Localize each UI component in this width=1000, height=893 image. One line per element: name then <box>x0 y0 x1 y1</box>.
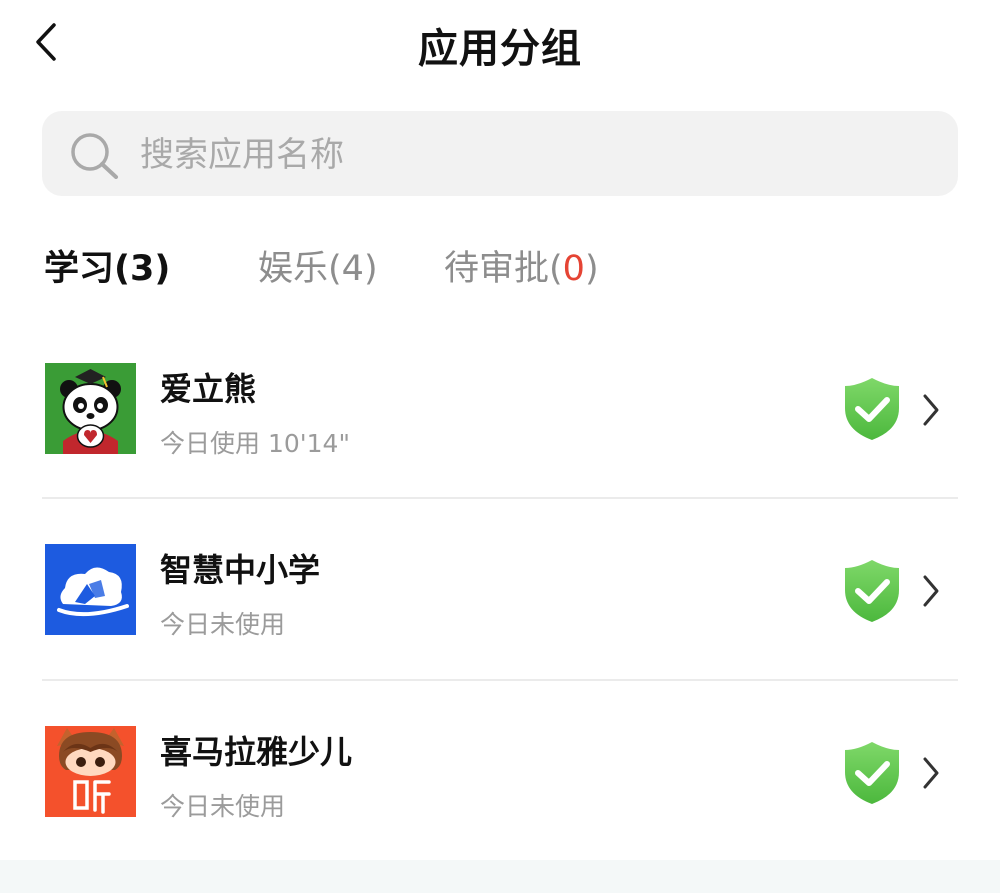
bottom-area <box>0 860 1000 893</box>
app-name: 喜马拉雅少儿 <box>160 733 353 771</box>
cloud-book-icon <box>45 544 136 635</box>
chevron-right-icon <box>923 394 939 426</box>
chevron-right-icon <box>923 757 939 789</box>
top-bar: 应用分组 <box>0 0 1000 90</box>
tab-entertainment-label: 娱乐 <box>258 249 329 289</box>
page-title: 应用分组 <box>418 26 582 72</box>
list-item[interactable]: 爱立熊 今日使用 10'14" <box>0 316 1000 496</box>
tab-study[interactable]: 学习(3) <box>44 240 170 291</box>
app-name: 爱立熊 <box>160 370 257 408</box>
list-item[interactable]: 喜马拉雅少儿 今日未使用 <box>0 680 1000 860</box>
search-icon <box>71 133 118 179</box>
search-bar[interactable] <box>42 111 958 198</box>
tab-pending-approval[interactable]: 待审批(0) <box>444 240 599 291</box>
tab-pending-count: 0 <box>562 249 585 289</box>
app-usage: 今日未使用 <box>160 610 286 639</box>
search-input[interactable] <box>138 111 932 198</box>
shield-check-icon <box>845 560 899 622</box>
tab-study-label: 学习 <box>44 249 115 289</box>
listen-icon <box>45 726 136 817</box>
panda-icon <box>45 363 136 454</box>
shield-check-icon <box>845 742 899 804</box>
app-usage: 今日使用 10'14" <box>160 429 350 458</box>
tab-study-count: 3 <box>130 249 155 289</box>
list-item[interactable]: 智慧中小学 今日未使用 <box>0 498 1000 678</box>
chevron-right-icon <box>923 575 939 607</box>
app-name: 智慧中小学 <box>160 551 321 589</box>
app-usage: 今日未使用 <box>160 792 286 821</box>
tab-entertainment-count: 4 <box>341 249 364 289</box>
shield-check-icon <box>845 378 899 440</box>
tab-pending-label: 待审批 <box>444 249 550 289</box>
tab-entertainment[interactable]: 娱乐(4) <box>258 240 378 291</box>
